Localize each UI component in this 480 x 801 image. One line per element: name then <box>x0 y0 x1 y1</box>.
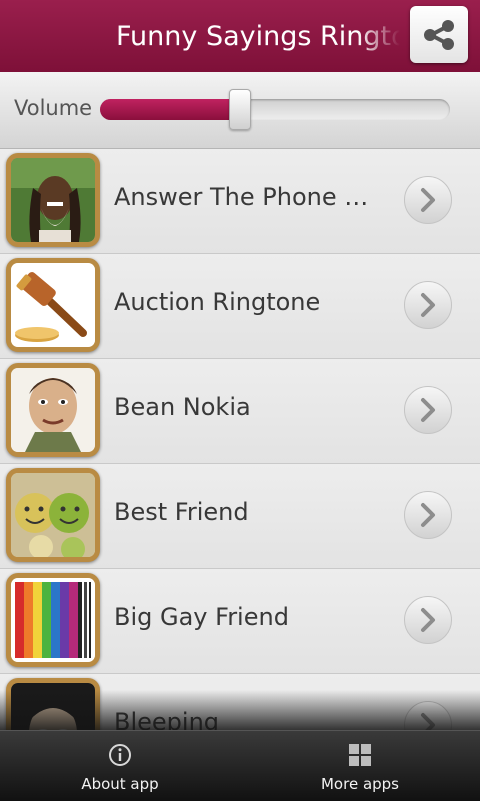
chevron-right-icon <box>421 503 435 527</box>
chevron-right-icon <box>421 713 435 730</box>
volume-label: Volume <box>14 96 93 120</box>
more-apps-button[interactable]: More apps <box>240 731 480 801</box>
chevron-right-button[interactable] <box>404 386 452 434</box>
volume-bar: Volume <box>0 72 480 149</box>
smiley-balls-photo <box>6 468 100 562</box>
about-app-button[interactable]: About app <box>0 731 240 801</box>
chevron-right-button[interactable] <box>404 596 452 644</box>
about-app-label: About app <box>81 775 159 793</box>
gavel-icon <box>6 258 100 352</box>
app-title: Funny Sayings Ringtones <box>116 21 400 52</box>
app-header: Funny Sayings Ringtones <box>0 0 480 72</box>
ringtone-title: Auction Ringtone <box>114 288 321 316</box>
ringtone-list: Answer The Phone Ra... Auction Ringtone <box>0 149 480 730</box>
face-photo <box>6 678 100 730</box>
chevron-right-button[interactable] <box>404 701 452 730</box>
ringtone-title: Best Friend <box>114 498 249 526</box>
volume-slider-fill <box>100 99 240 120</box>
volume-slider-thumb[interactable] <box>229 89 251 130</box>
volume-slider-track[interactable] <box>100 99 450 120</box>
chevron-right-icon <box>421 398 435 422</box>
more-apps-label: More apps <box>320 775 399 793</box>
chevron-right-button[interactable] <box>404 281 452 329</box>
list-item[interactable]: Bean Nokia <box>0 359 480 464</box>
ringtone-title: Bleeping <box>114 708 220 730</box>
list-item[interactable]: Bleeping <box>0 674 480 730</box>
share-button[interactable] <box>410 6 468 63</box>
chevron-right-icon <box>421 293 435 317</box>
list-item[interactable]: Auction Ringtone <box>0 254 480 359</box>
ringtone-title: Big Gay Friend <box>114 603 289 631</box>
chevron-right-button[interactable] <box>404 491 452 539</box>
info-icon <box>109 744 131 766</box>
list-item[interactable]: Big Gay Friend <box>0 569 480 674</box>
rasta-man-photo <box>6 153 100 247</box>
grid-icon <box>349 744 371 766</box>
share-icon <box>424 19 454 50</box>
list-item[interactable]: Answer The Phone Ra... <box>0 149 480 254</box>
bottom-bar: About app More apps <box>0 730 480 801</box>
rainbow-stripes <box>6 573 100 667</box>
mr-bean-caricature <box>6 363 100 457</box>
chevron-right-icon <box>421 188 435 212</box>
list-item[interactable]: Best Friend <box>0 464 480 569</box>
ringtone-title: Bean Nokia <box>114 393 251 421</box>
chevron-right-icon <box>421 608 435 632</box>
chevron-right-button[interactable] <box>404 176 452 224</box>
ringtone-title: Answer The Phone Ra... <box>114 183 382 211</box>
